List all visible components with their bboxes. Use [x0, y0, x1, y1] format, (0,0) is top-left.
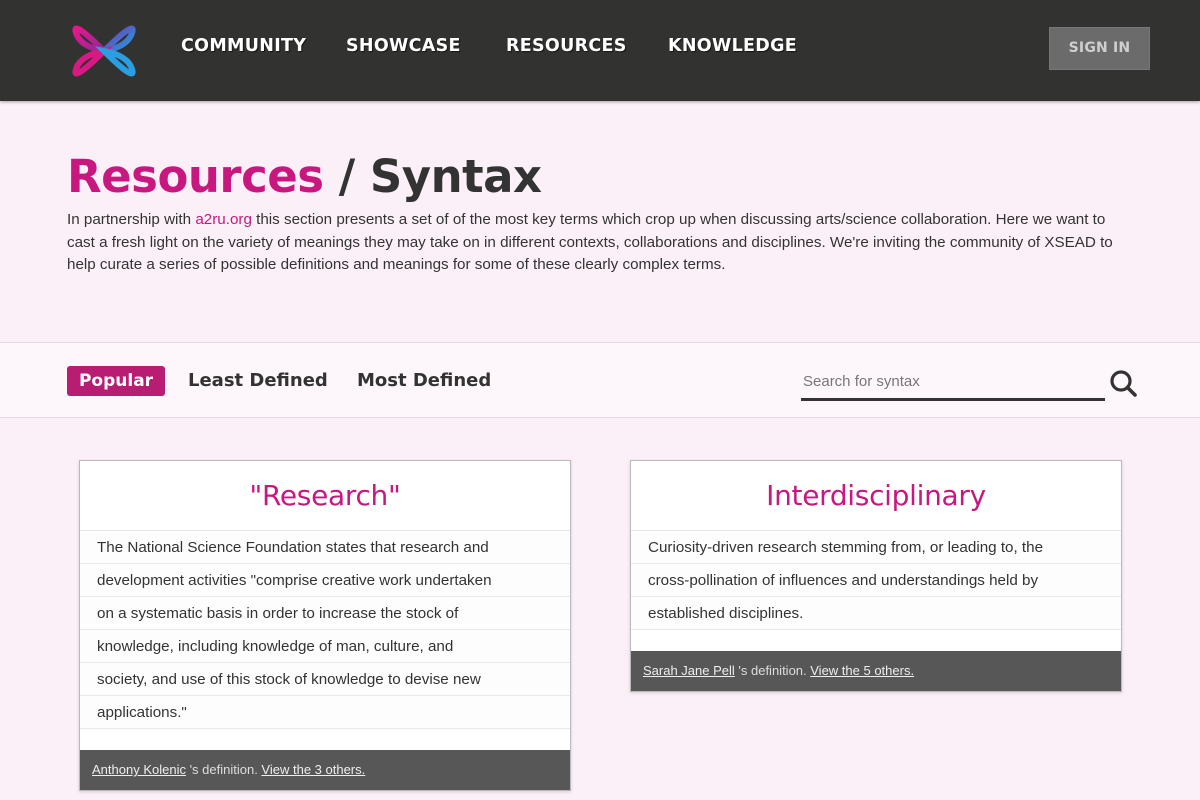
view-others-link[interactable]: View the 5 others. [810, 663, 914, 678]
card-footer: Anthony Kolenic 's definition. View the … [80, 750, 570, 790]
sign-in-button[interactable]: SIGN IN [1049, 27, 1150, 70]
intro-paragraph: In partnership with a2ru.org this sectio… [67, 209, 1127, 277]
definition-line: society, and use of this stock of knowle… [80, 663, 570, 696]
xsead-logo-icon[interactable] [68, 15, 140, 87]
tab-popular[interactable]: Popular [67, 366, 165, 396]
search-input[interactable] [801, 365, 1105, 401]
definition-line: The National Science Foundation states t… [80, 531, 570, 564]
breadcrumb-current: Syntax [369, 150, 542, 203]
tab-most-defined[interactable]: Most Defined [357, 366, 491, 396]
card-definition: Curiosity-driven research stemming from,… [631, 531, 1121, 650]
definition-line: applications." [80, 696, 570, 729]
definition-line: development activities "comprise creativ… [80, 564, 570, 597]
author-suffix: 's definition. [185, 762, 262, 777]
nav-showcase[interactable]: SHOWCASE [346, 36, 461, 56]
definition-line: cross-pollination of influences and unde… [631, 564, 1121, 597]
author-suffix: 's definition. [734, 663, 811, 678]
nav-resources[interactable]: RESOURCES [506, 36, 627, 56]
author-link[interactable]: Anthony Kolenic [92, 762, 186, 777]
top-navigation-bar: COMMUNITY SHOWCASE RESOURCES KNOWLEDGE S… [0, 0, 1200, 101]
tab-least-defined[interactable]: Least Defined [188, 366, 328, 396]
definition-line: established disciplines. [631, 597, 1121, 630]
card-footer: Sarah Jane Pell 's definition. View the … [631, 651, 1121, 691]
syntax-card[interactable]: "Research" The National Science Foundati… [79, 460, 571, 791]
view-others-link[interactable]: View the 3 others. [261, 762, 365, 777]
breadcrumb-separator: / [323, 150, 370, 203]
page-title: Resources / Syntax [67, 150, 542, 203]
syntax-card[interactable]: Interdisciplinary Curiosity-driven resea… [630, 460, 1122, 692]
card-definition: The National Science Foundation states t… [80, 531, 570, 749]
nav-community[interactable]: COMMUNITY [181, 36, 306, 56]
breadcrumb-resources[interactable]: Resources [67, 150, 324, 203]
filter-bar: Popular Least Defined Most Defined [0, 342, 1200, 418]
search-icon[interactable] [1108, 368, 1140, 400]
card-term[interactable]: "Research" [80, 461, 570, 531]
card-term[interactable]: Interdisciplinary [631, 461, 1121, 531]
intro-text-prefix: In partnership with [67, 211, 196, 228]
definition-line: Curiosity-driven research stemming from,… [631, 531, 1121, 564]
author-link[interactable]: Sarah Jane Pell [643, 663, 735, 678]
definition-line: knowledge, including knowledge of man, c… [80, 630, 570, 663]
a2ru-link[interactable]: a2ru.org [195, 211, 252, 228]
nav-knowledge[interactable]: KNOWLEDGE [668, 36, 797, 56]
definition-line: on a systematic basis in order to increa… [80, 597, 570, 630]
